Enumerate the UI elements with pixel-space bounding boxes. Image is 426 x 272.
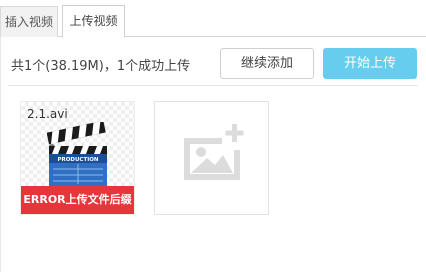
upload-toolbar: 共1个(38.19M)，1个成功上传 继续添加 开始上传	[0, 37, 426, 87]
continue-add-button[interactable]: 继续添加	[220, 48, 314, 79]
tab-bar: 插入视频 上传视频	[0, 0, 426, 38]
tab-upload-video[interactable]: 上传视频	[62, 5, 125, 38]
clapper-production-text: PRODUCTION	[57, 157, 98, 163]
add-image-icon	[184, 124, 244, 180]
clapperboard-icon: PRODUCTION	[47, 122, 107, 186]
toolbar-divider	[8, 85, 418, 86]
file-card[interactable]: 2.1.avi PRODUCTION ERROR上传文件后缀	[20, 101, 135, 215]
add-file-tile[interactable]	[154, 101, 269, 215]
start-upload-button[interactable]: 开始上传	[323, 48, 417, 79]
file-name: 2.1.avi	[27, 107, 68, 121]
upload-error-banner: ERROR上传文件后缀	[21, 186, 134, 214]
tab-insert-video[interactable]: 插入视频	[0, 6, 58, 37]
upload-status-text: 共1个(38.19M)，1个成功上传	[11, 59, 191, 74]
